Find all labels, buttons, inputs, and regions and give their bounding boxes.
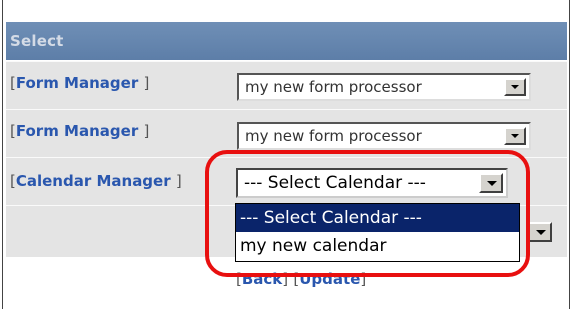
- screenshot-canvas: Select [Form Manager ] my new form proce…: [0, 0, 573, 309]
- form-processor-select[interactable]: my new form processor: [237, 73, 531, 101]
- chevron-down-icon[interactable]: [479, 173, 503, 193]
- row-label: [Form Manager ]: [10, 74, 150, 92]
- form-manager-link[interactable]: Form Manager: [16, 74, 138, 92]
- back-link[interactable]: Back: [242, 270, 282, 288]
- calendar-select[interactable]: --- Select Calendar ---: [236, 168, 508, 198]
- row-label: [Form Manager ]: [10, 122, 150, 140]
- calendar-dropdown-list: --- Select Calendar --- my new calendar: [235, 203, 520, 262]
- update-link[interactable]: Update: [299, 270, 360, 288]
- row-label: [Calendar Manager ]: [10, 172, 182, 190]
- form-processor-select[interactable]: my new form processor: [237, 122, 531, 150]
- chevron-down-icon[interactable]: [504, 127, 526, 145]
- dropdown-option[interactable]: my new calendar: [236, 232, 519, 260]
- table-row: [Form Manager ] my new form processor: [6, 109, 567, 157]
- form-manager-link[interactable]: Form Manager: [16, 122, 138, 140]
- chevron-down-icon[interactable]: [504, 78, 526, 96]
- dropdown-option[interactable]: --- Select Calendar ---: [236, 204, 519, 232]
- section-header: Select: [6, 22, 567, 60]
- calendar-manager-link[interactable]: Calendar Manager: [16, 172, 171, 190]
- chevron-down-icon[interactable]: [528, 222, 552, 242]
- table-row: [Form Manager ] my new form processor: [6, 61, 567, 109]
- action-links: [Back] [Update]: [236, 270, 367, 288]
